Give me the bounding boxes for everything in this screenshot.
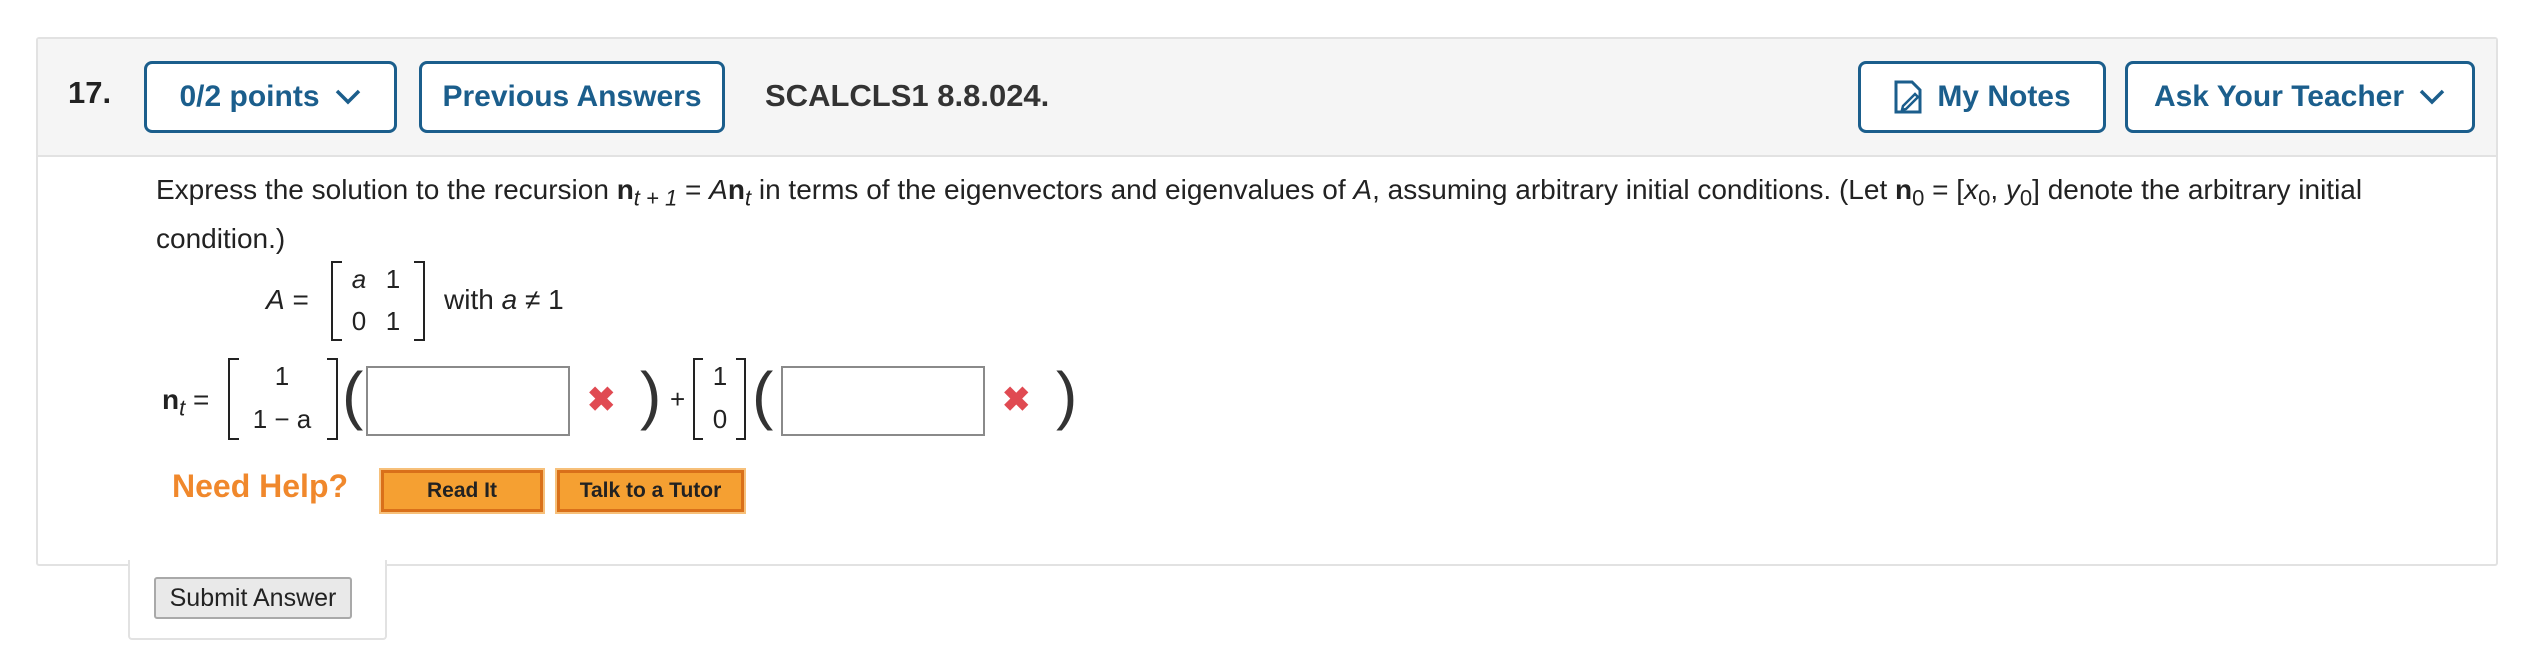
vector1-left-bracket [228, 358, 239, 440]
equals-sign: = [292, 284, 309, 315]
matrix-symbol: A [266, 284, 285, 315]
vector2-entry: 0 [712, 404, 728, 434]
matrix-label: A = [266, 284, 309, 316]
condition-relation: ≠ 1 [524, 284, 564, 315]
previous-answers-label: Previous Answers [442, 80, 702, 113]
need-help-label: Need Help? [172, 468, 349, 504]
close-paren: ) [640, 359, 662, 431]
subscript: 0 [1978, 185, 1991, 211]
chevron-down-icon [335, 89, 360, 105]
vector-n: n [162, 384, 180, 415]
talk-to-tutor-button[interactable]: Talk to a Tutor [555, 468, 746, 514]
incorrect-x-icon: ✖ [587, 381, 616, 419]
stem-text: , assuming arbitrary initial conditions.… [1372, 174, 1896, 205]
ask-your-teacher-button[interactable]: Ask Your Teacher [2125, 61, 2475, 133]
vector2-left-bracket [693, 358, 703, 440]
close-paren: ) [1056, 359, 1078, 431]
submit-answer-button[interactable]: Submit Answer [154, 577, 352, 619]
subscript: t + 1 [633, 185, 678, 211]
subscript: t [179, 395, 186, 421]
vector-n: n [616, 174, 634, 205]
my-notes-button[interactable]: My Notes [1858, 61, 2106, 133]
coefficient-input-2[interactable] [781, 366, 985, 436]
stem-text: in terms of the eigenvectors and eigenva… [751, 174, 1354, 205]
note-icon [1894, 80, 1922, 114]
matrix-right-bracket [414, 261, 425, 341]
previous-answers-button[interactable]: Previous Answers [419, 61, 725, 133]
vector1-right-bracket [327, 358, 338, 440]
ask-teacher-label: Ask Your Teacher [2153, 80, 2405, 113]
question-stem: Express the solution to the recursion nt… [156, 170, 2456, 259]
variable: a [501, 284, 518, 315]
vector2-entry: 1 [712, 361, 728, 391]
vector1-entry: 1 − a [252, 404, 312, 434]
question-reference: SCALCLS1 8.8.024. [765, 78, 1050, 113]
stem-text: , [1990, 174, 2006, 205]
stem-text: Express the solution to the recursion [156, 174, 617, 205]
my-notes-label: My Notes [1937, 80, 2071, 113]
matrix-cell: a [351, 264, 367, 294]
condition-text: with [444, 284, 494, 315]
incorrect-x-icon: ✖ [1002, 381, 1031, 419]
variable: y [2005, 174, 2020, 205]
coefficient-input-1[interactable] [366, 366, 570, 436]
chevron-down-icon [2419, 89, 2445, 105]
matrix-left-bracket [331, 261, 342, 341]
stem-text: = [677, 174, 710, 205]
open-paren: ( [752, 359, 774, 431]
matrix-cell: 1 [385, 306, 401, 336]
matrix-condition: with a ≠ 1 [444, 284, 564, 316]
points-label: 0/2 points [179, 80, 320, 113]
answer-lhs: nt = [162, 384, 209, 422]
open-paren: ( [342, 359, 364, 431]
matrix-symbol: A [709, 174, 728, 205]
vector2-right-bracket [736, 358, 746, 440]
question-number: 17. [68, 75, 112, 110]
matrix-cell: 0 [351, 306, 367, 336]
variable: x [1964, 174, 1979, 205]
points-dropdown-button[interactable]: 0/2 points [144, 61, 397, 133]
vector-n: n [727, 174, 745, 205]
subscript: 0 [1912, 185, 1925, 211]
read-it-button[interactable]: Read It [379, 468, 545, 514]
stem-text: = [ [1924, 174, 1965, 205]
vector-n: n [1895, 174, 1913, 205]
vector1-entry: 1 [274, 361, 290, 391]
matrix-cell: 1 [385, 264, 401, 294]
plus-sign: + [670, 384, 686, 414]
equals-sign: = [193, 384, 210, 415]
matrix-symbol: A [1353, 174, 1373, 205]
subscript: 0 [2019, 185, 2033, 211]
